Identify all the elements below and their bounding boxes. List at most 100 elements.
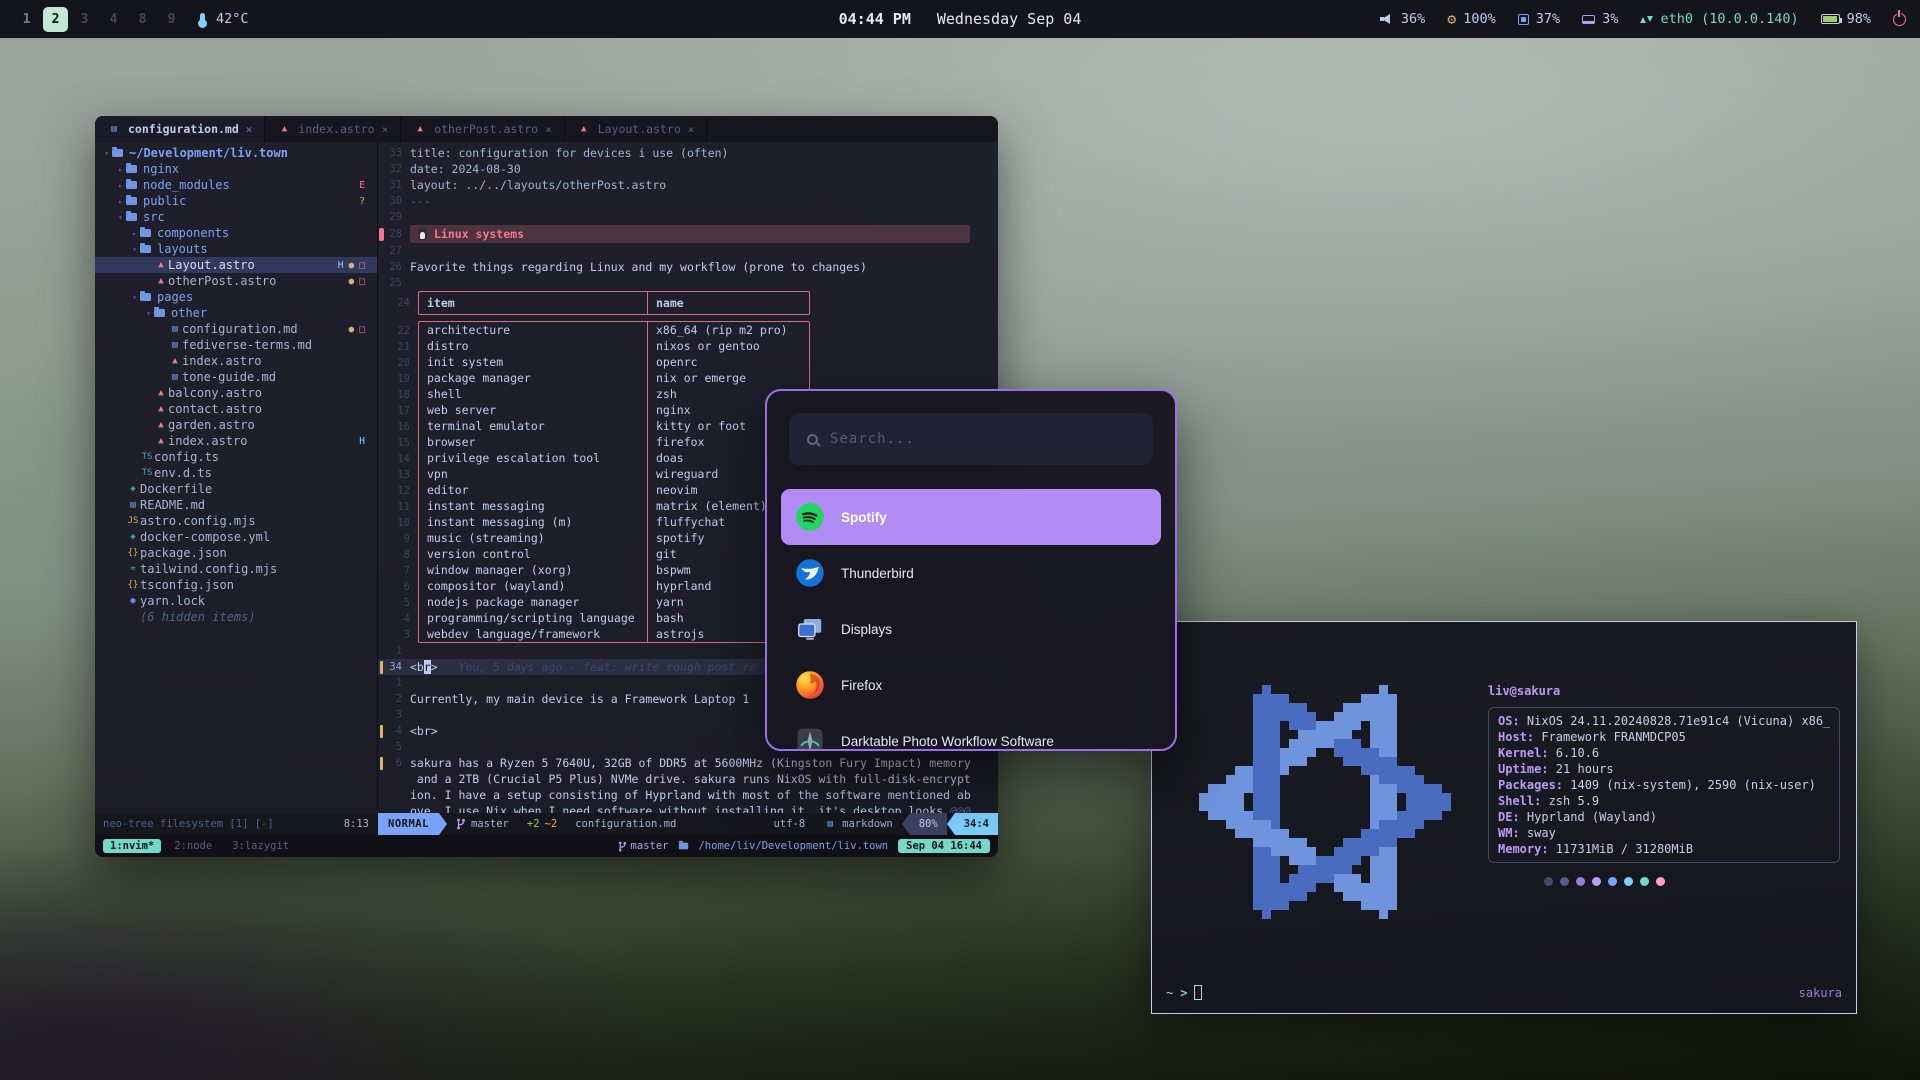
fetch-value: 21 hours — [1549, 762, 1614, 776]
tree-item-components[interactable]: ▸components — [95, 225, 377, 241]
markdown-file-icon: ▤ — [107, 125, 121, 134]
tab-close-icon[interactable]: × — [545, 123, 552, 136]
logo-pixel — [1379, 712, 1388, 721]
logo-pixel — [1379, 820, 1388, 829]
logo-pixel — [1253, 748, 1262, 757]
tree-item-otherpost-astro[interactable]: ▲otherPost.astro●□ — [95, 273, 377, 289]
editor-tab-otherpost-astro[interactable]: ▲otherPost.astro× — [401, 116, 564, 142]
table-cell-item: architecture — [419, 322, 647, 338]
tree-item-balcony-astro[interactable]: ▲balcony.astro — [95, 385, 377, 401]
tree-item-tsconfig-json[interactable]: {}tsconfig.json — [95, 577, 377, 593]
launcher-search-input[interactable]: Search... — [789, 413, 1153, 465]
logo-pixel — [1361, 892, 1370, 901]
tree-item-pages[interactable]: ▾pages — [95, 289, 377, 305]
tree-item-layouts[interactable]: ▾layouts — [95, 241, 377, 257]
tree-item-docker-compose-yml[interactable]: ◈docker-compose.yml — [95, 529, 377, 545]
brightness-module[interactable]: ⚙ 100% — [1447, 11, 1496, 27]
launcher-item-displays[interactable]: Displays — [781, 601, 1161, 657]
tab-close-icon[interactable]: × — [382, 123, 389, 136]
logo-pixel — [1361, 694, 1370, 703]
tree-item-label: public — [143, 194, 186, 208]
logo-pixel — [1370, 793, 1379, 802]
power-module[interactable] — [1893, 13, 1906, 26]
line-number: 32 — [384, 161, 410, 177]
tree-item-other[interactable]: ▾other — [95, 305, 377, 321]
tree-item-configuration-md[interactable]: ▤configuration.md●□ — [95, 321, 377, 337]
logo-pixel — [1262, 865, 1271, 874]
logo-pixel — [1262, 811, 1271, 820]
workspace-9[interactable]: 9 — [159, 7, 184, 32]
tree-item-node-modules[interactable]: ▸node_modulesE — [95, 177, 377, 193]
launcher-item-thunderbird[interactable]: Thunderbird — [781, 545, 1161, 601]
workspace-2[interactable]: 2 — [43, 7, 68, 32]
tree-item-astro-config-mjs[interactable]: JSastro.config.mjs — [95, 513, 377, 529]
logo-pixel — [1271, 865, 1280, 874]
powerline-separator — [947, 813, 955, 835]
tree-item-tailwind-config-mjs[interactable]: ≈tailwind.config.mjs — [95, 561, 377, 577]
launcher-item-firefox[interactable]: Firefox — [781, 657, 1161, 713]
cursor-position: 34:4 — [955, 813, 998, 835]
fetch-entry-kernel: Kernel: 6.10.6 — [1498, 745, 1830, 761]
editor-tab-layout-astro[interactable]: ▲Layout.astro× — [565, 116, 708, 142]
volume-module[interactable]: 36% — [1380, 11, 1425, 27]
logo-pixel — [1379, 694, 1388, 703]
tab-close-icon[interactable]: × — [688, 123, 695, 136]
launcher-item-label: Darktable Photo Workflow Software — [841, 734, 1054, 749]
tmux-window-3-lazygit[interactable]: 3:lazygit — [225, 839, 296, 853]
line-number: 11 — [384, 499, 410, 515]
logo-pixel — [1253, 883, 1262, 892]
logo-pixel — [1352, 703, 1361, 712]
tree-item-src[interactable]: ▾src — [95, 209, 377, 225]
fetch-info-box: OS: NixOS 24.11.20240828.71e91c4 (Vicuna… — [1488, 707, 1840, 863]
editor-tab-index-astro[interactable]: ▲index.astro× — [265, 116, 401, 142]
tree-item-layout-astro[interactable]: ▲Layout.astroH●□ — [95, 257, 377, 273]
line-text: ion. I have a setup consisting of Hyprla… — [410, 787, 971, 803]
workspace-1[interactable]: 1 — [14, 7, 39, 32]
tmux-window-1-nvim[interactable]: 1:nvim* — [103, 839, 161, 853]
logo-pixel — [1316, 856, 1325, 865]
logo-pixel — [1388, 856, 1397, 865]
logo-pixel — [1271, 775, 1280, 784]
tree-item-6-hidden-items[interactable]: (6 hidden items) — [95, 609, 377, 625]
logo-pixel — [1433, 811, 1442, 820]
logo-pixel — [1271, 748, 1280, 757]
tree-item-public[interactable]: ▸public? — [95, 193, 377, 209]
table-cell-item: terminal emulator — [419, 418, 647, 434]
tree-item-env-d-ts[interactable]: TSenv.d.ts — [95, 465, 377, 481]
tree-item-index-astro[interactable]: ▲index.astro — [95, 353, 377, 369]
logo-pixel — [1289, 757, 1298, 766]
logo-pixel — [1298, 874, 1307, 883]
logo-pixel — [1253, 757, 1262, 766]
tab-close-icon[interactable]: × — [246, 123, 253, 136]
folder-icon — [140, 245, 151, 253]
logo-pixel — [1244, 784, 1253, 793]
table-cell-item: version control — [419, 546, 647, 562]
tree-item-index-astro[interactable]: ▲index.astroH — [95, 433, 377, 449]
tree-item-contact-astro[interactable]: ▲contact.astro — [95, 401, 377, 417]
astro-file-icon: ▲ — [413, 125, 427, 134]
md-table-header: 24itemname — [418, 291, 810, 315]
tree-item-development-liv-town[interactable]: ▾~/Development/liv.town — [95, 145, 377, 161]
tree-item-dockerfile[interactable]: ◈Dockerfile — [95, 481, 377, 497]
workspace-3[interactable]: 3 — [72, 7, 97, 32]
workspace-8[interactable]: 8 — [130, 7, 155, 32]
network-module[interactable]: eth0 (10.0.0.140) — [1640, 11, 1798, 27]
tree-item-package-json[interactable]: {}package.json — [95, 545, 377, 561]
table-row: programming/scripting languagebash — [419, 610, 809, 626]
tmux-window-2-node[interactable]: 2:node — [167, 839, 219, 853]
tree-item-config-ts[interactable]: TSconfig.ts — [95, 449, 377, 465]
launcher-item-spotify[interactable]: Spotify — [781, 489, 1161, 545]
tree-item-garden-astro[interactable]: ▲garden.astro — [95, 417, 377, 433]
tree-item-readme-md[interactable]: ▤README.md — [95, 497, 377, 513]
tree-item-fediverse-terms-md[interactable]: ▤fediverse-terms.md — [95, 337, 377, 353]
logo-pixel — [1271, 874, 1280, 883]
editor-tab-configuration-md[interactable]: ▤configuration.md× — [95, 116, 265, 142]
tree-item-nginx[interactable]: ▸nginx — [95, 161, 377, 177]
workspace-4[interactable]: 4 — [101, 7, 126, 32]
tree-item-tone-guide-md[interactable]: ▤tone-guide.md — [95, 369, 377, 385]
tree-item-yarn-lock[interactable]: ◉yarn.lock — [95, 593, 377, 609]
launcher-item-darktable-photo-workflow-software[interactable]: Darktable Photo Workflow Software — [781, 713, 1161, 751]
table-row: shellzsh — [419, 386, 809, 402]
shell-prompt[interactable]: ~ > — [1166, 985, 1202, 1000]
table-cell-item: nodejs package manager — [419, 594, 647, 610]
